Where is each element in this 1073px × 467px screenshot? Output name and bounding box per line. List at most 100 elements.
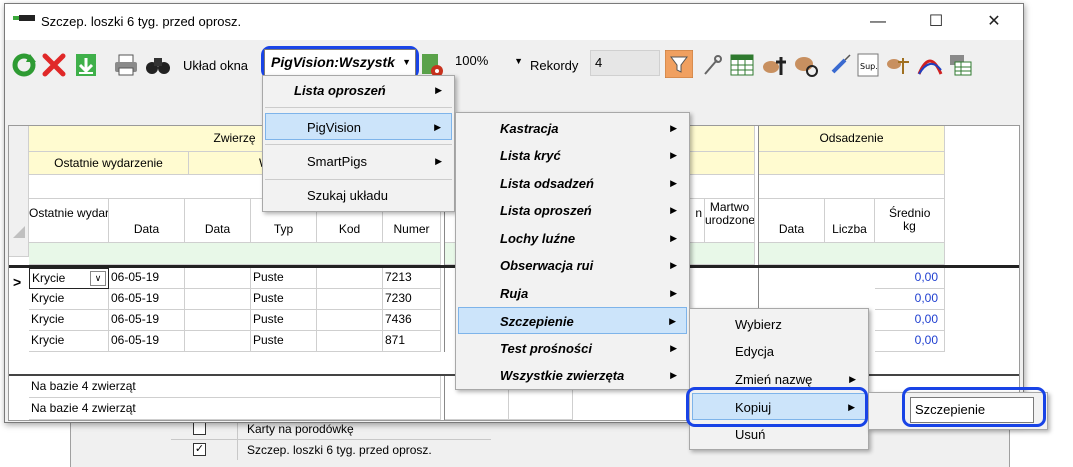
layout-select-value: PigVision:Wszystk [271, 54, 395, 70]
maximize-button[interactable]: ☐ [913, 4, 959, 40]
menu-item-lista-oproszen[interactable]: Lista oproszeń ▶ [458, 197, 687, 224]
chevron-right-icon: ▶ [435, 156, 442, 166]
sort-corner-icon [13, 226, 25, 238]
checkbox[interactable]: ✓ [193, 443, 206, 456]
printer-icon[interactable] [113, 52, 139, 78]
refresh-icon[interactable] [11, 52, 37, 78]
table-cell[interactable]: 06-05-19 [109, 310, 185, 331]
menu-item-edycja[interactable]: Edycja [692, 338, 866, 365]
table-cell[interactable] [317, 310, 383, 331]
table-cell[interactable]: Krycie [29, 289, 109, 310]
table-cell[interactable]: Puste [251, 310, 317, 331]
table-cell[interactable]: 871 [383, 331, 441, 352]
table-cell[interactable] [185, 331, 251, 352]
menu-item-szczepienie[interactable]: Szczepienie ▶ [458, 307, 687, 334]
column-header-data[interactable]: Data [759, 199, 825, 243]
table-cell[interactable]: 06-05-19 [109, 268, 185, 289]
table-cell[interactable]: 0,00 [875, 310, 945, 331]
column-header-liczba[interactable]: Liczba [825, 199, 875, 243]
menu-item-szukaj-ukladu[interactable]: Szukaj układu [265, 182, 452, 209]
list-item-label: Szczep. loszki 6 tyg. przed oprosz. [247, 443, 432, 457]
menu-item-wszystkie-zwierzeta[interactable]: Wszystkie zwierzęta ▶ [458, 362, 687, 389]
layout-label: Układ okna [183, 58, 249, 73]
sup-icon[interactable]: Sup. [855, 52, 881, 78]
close-button[interactable]: ✕ [971, 4, 1017, 40]
table-cell[interactable] [317, 268, 383, 289]
pigvision-submenu: Kastracja ▶ Lista kryć ▶ Lista odsadzeń ▶ L… [455, 112, 690, 390]
menu-item-ruja[interactable]: Ruja ▶ [458, 280, 687, 307]
table-cell[interactable]: 0,00 [875, 331, 945, 352]
row-event-select[interactable]: Krycie ∨ [29, 268, 109, 289]
records-field[interactable]: 4 [590, 50, 660, 76]
column-header-data[interactable]: Data [185, 199, 251, 243]
records-label: Rekordy [530, 58, 579, 73]
chevron-right-icon: ▶ [670, 370, 677, 380]
chevron-right-icon: ▶ [670, 123, 677, 133]
menu-item-lista-odsadzen[interactable]: Lista odsadzeń ▶ [458, 170, 687, 197]
table-cell[interactable]: 0,00 [875, 289, 945, 310]
window-title: Szczep. loszki 6 tyg. przed oprosz. [41, 14, 242, 29]
column-header-martwo[interactable]: Martwo urodzone [705, 199, 755, 243]
menu-item-kastracja[interactable]: Kastracja ▶ [458, 115, 687, 142]
menu-item-test-prosnosci[interactable]: Test prośności ▶ [458, 335, 687, 362]
delete-icon[interactable] [41, 52, 67, 78]
menu-item-wybierz[interactable]: Wybierz [692, 311, 866, 338]
zoom-value: 100% [455, 53, 489, 68]
pig-refresh-icon[interactable] [793, 52, 819, 78]
binoculars-icon[interactable] [145, 52, 171, 78]
menu-item-lochy-luzne[interactable]: Lochy luźne ▶ [458, 225, 687, 252]
chevron-right-icon: ▶ [670, 205, 677, 215]
menu-item-lista-oproszen[interactable]: Lista oproszeń ▶ [265, 77, 452, 104]
column-header-data[interactable]: Data [109, 199, 185, 243]
filter-icon[interactable] [665, 50, 693, 78]
menu-item-obserwacja-rui[interactable]: Obserwacja rui ▶ [458, 252, 687, 279]
table-cell[interactable]: 7230 [383, 289, 441, 310]
subgroup-header: Ostatnie wydarzenie [29, 152, 189, 175]
table-cell[interactable] [185, 268, 251, 289]
pig-cross-icon[interactable] [761, 52, 787, 78]
chevron-right-icon: ▶ [669, 316, 676, 326]
table-cell[interactable]: 06-05-19 [109, 289, 185, 310]
chevron-right-icon: ▶ [670, 260, 677, 270]
table-cell[interactable] [185, 289, 251, 310]
table-cell[interactable]: Puste [251, 289, 317, 310]
table-cell[interactable]: 7213 [383, 268, 441, 289]
chevron-right-icon: ▶ [670, 178, 677, 188]
checkbox[interactable] [193, 422, 206, 435]
table-cell[interactable]: Puste [251, 331, 317, 352]
filter-row[interactable] [29, 243, 441, 265]
kopiuj-highlight-ring [686, 387, 868, 427]
list-item[interactable]: ✓ Szczep. loszki 6 tyg. przed oprosz. [171, 439, 491, 460]
column-header-ostatnie[interactable]: Ostatnie wydarzenie [29, 199, 109, 243]
table-cell[interactable] [317, 289, 383, 310]
footer-summary: Na bazie 4 zwierząt [29, 376, 441, 398]
zoom-select[interactable]: 100% ▼ [451, 50, 525, 74]
wrench-icon[interactable] [699, 52, 725, 78]
column-header-srednio[interactable]: Średnio kg [875, 199, 945, 243]
menu-item-pigvision[interactable]: PigVision ▶ [265, 113, 452, 140]
table-cell[interactable] [317, 331, 383, 352]
table-cell[interactable]: Krycie [29, 310, 109, 331]
svg-text:Sup.: Sup. [860, 62, 878, 71]
table-cell[interactable] [185, 310, 251, 331]
syringe-icon[interactable] [827, 52, 853, 78]
list-item-label: Karty na porodówkę [247, 422, 354, 436]
print-table-icon[interactable] [947, 52, 973, 78]
table-cell[interactable]: 0,00 [875, 268, 945, 289]
chevron-right-icon: ▶ [670, 288, 677, 298]
curve-chart-icon[interactable] [917, 52, 943, 78]
chevron-right-icon: ▶ [435, 85, 442, 95]
layout-select[interactable]: PigVision:Wszystk ▼ [264, 49, 416, 76]
chevron-down-icon[interactable]: ∨ [90, 271, 106, 286]
download-icon[interactable] [73, 52, 99, 78]
calendar-icon[interactable] [729, 52, 755, 78]
table-cell[interactable]: Puste [251, 268, 317, 289]
menu-item-lista-kryc[interactable]: Lista kryć ▶ [458, 142, 687, 169]
menu-item-smartpigs[interactable]: SmartPigs ▶ [265, 148, 452, 175]
minimize-button[interactable]: — [855, 4, 901, 40]
table-cell[interactable]: 7436 [383, 310, 441, 331]
table-cell[interactable]: 06-05-19 [109, 331, 185, 352]
app-icon [13, 15, 37, 23]
pig-scale-icon[interactable] [885, 52, 911, 78]
table-cell[interactable]: Krycie [29, 331, 109, 352]
